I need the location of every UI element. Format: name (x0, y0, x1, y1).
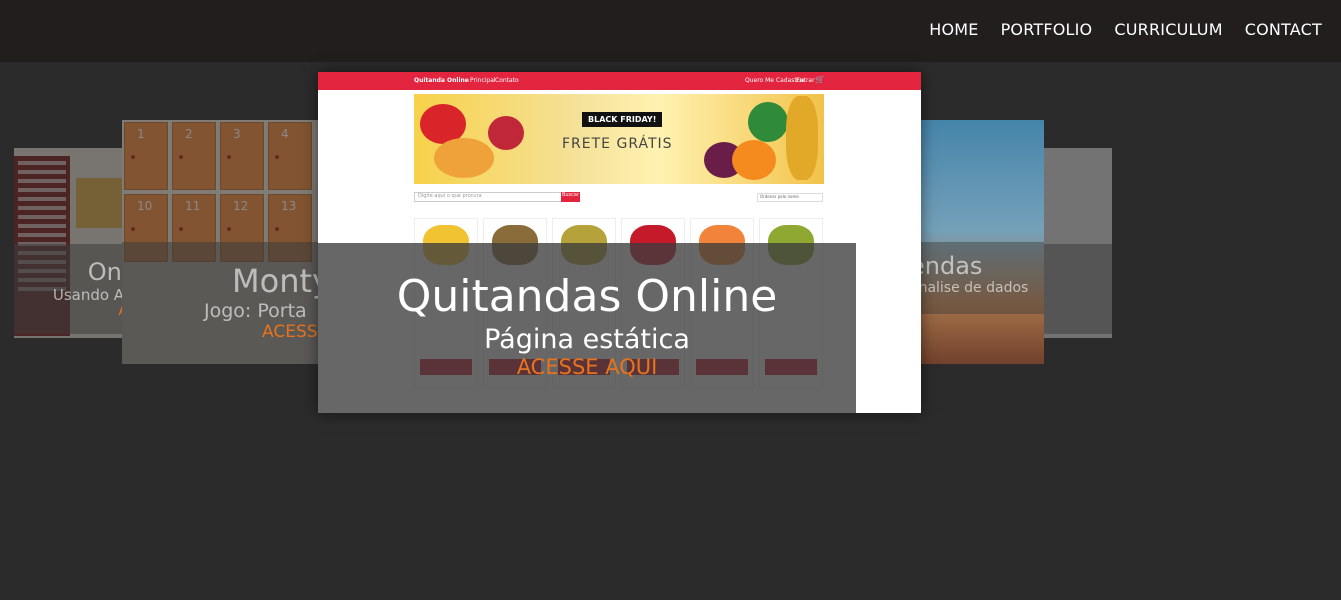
card-caption: Quitandas Online Página estática ACESSE … (318, 243, 856, 413)
preview-nav-principal: Principal (470, 77, 496, 84)
preview-search-button: Buscar (561, 192, 580, 202)
banner-headline: FRETE GRÁTIS (562, 136, 673, 152)
orange-graphic (732, 140, 776, 180)
black-friday-badge: BLACK FRIDAY! (582, 112, 663, 127)
card-caption: endas analise de dados (900, 242, 1044, 314)
card-subtitle: analise de dados (910, 280, 1029, 296)
cart-icon: 🛒 (815, 75, 825, 84)
card-subtitle: Página estática (484, 324, 690, 355)
preview-login-link: Entrar (796, 77, 815, 84)
watermelon-graphic (748, 102, 788, 142)
orange-graphic (434, 138, 494, 178)
preview-nav-contato: Contato (495, 77, 519, 84)
preview-brand: Quitanda Online (414, 77, 469, 84)
preview-banner: BLACK FRIDAY! FRETE GRÁTIS (414, 94, 824, 184)
nav-links: HOME PORTFOLIO CURRICULUM CONTACT (929, 20, 1322, 39)
carousel-card-lendas[interactable]: endas analise de dados (900, 120, 1044, 364)
nav-home[interactable]: HOME (929, 20, 978, 39)
card-title: endas (910, 252, 983, 280)
card-title: Quitandas Online (396, 271, 778, 322)
preview-topbar: Quitanda Online Principal Contato Quero … (318, 72, 921, 90)
cherry-graphic (488, 116, 524, 150)
card-access-link[interactable]: ACESSE AQUI (318, 355, 856, 379)
carousel-card-quitandas-online[interactable]: Quitanda Online Principal Contato Quero … (318, 72, 921, 413)
nav-contact[interactable]: CONTACT (1245, 20, 1322, 39)
nav-curriculum[interactable]: CURRICULUM (1114, 20, 1222, 39)
top-navbar: HOME PORTFOLIO CURRICULUM CONTACT (0, 0, 1341, 62)
preview-order-select: Ordenar pelo nome (757, 193, 823, 202)
preview-search-input: Digite aqui o que procura (414, 192, 564, 202)
pineapple-graphic (786, 96, 818, 180)
nav-portfolio[interactable]: PORTFOLIO (1001, 20, 1093, 39)
